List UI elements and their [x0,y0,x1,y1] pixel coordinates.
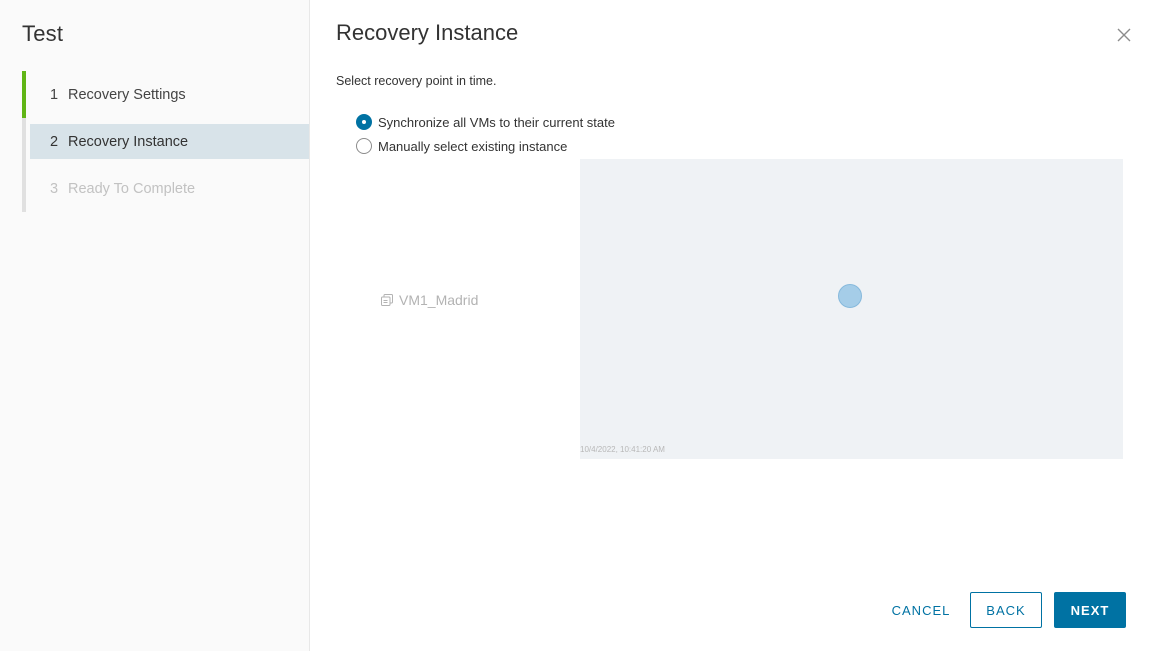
close-icon [1117,28,1131,42]
back-button[interactable]: BACK [970,592,1042,628]
recovery-point-marker[interactable] [838,284,862,308]
vm-icon [381,294,393,306]
wizard-dialog: Test 1 Recovery Settings 2 Recovery Inst… [0,0,1149,651]
radio-label: Manually select existing instance [378,138,568,154]
step-label: Ready To Complete [68,180,196,197]
wizard-nav: Test 1 Recovery Settings 2 Recovery Inst… [0,0,310,651]
radio-button[interactable] [356,138,372,154]
step-label: Recovery Settings [68,86,186,103]
radio-label: Synchronize all VMs to their current sta… [378,114,615,130]
close-button[interactable] [1115,26,1133,44]
vm-name: VM1_Madrid [399,292,479,308]
instructions-text: Select recovery point in time. [336,74,497,88]
next-button[interactable]: NEXT [1054,592,1126,628]
step-number: 1 [50,86,59,103]
step-recovery-settings[interactable]: 1 Recovery Settings [22,71,309,118]
step-label: Recovery Instance [68,133,189,150]
vm-row-label: VM1_Madrid [380,292,478,308]
radio-manual-select[interactable]: Manually select existing instance [356,138,567,154]
radio-sync-all[interactable]: Synchronize all VMs to their current sta… [356,114,615,130]
step-number: 2 [50,133,59,150]
wizard-steps: 1 Recovery Settings 2 Recovery Instance … [22,71,309,212]
step-recovery-instance[interactable]: 2 Recovery Instance [22,118,309,165]
recovery-timeline[interactable]: 10/4/2022, 10:41:20 AM [580,159,1123,459]
timeline-tick-label: 10/4/2022, 10:41:20 AM [580,445,665,454]
radio-button-checked[interactable] [356,114,372,130]
wizard-title: Test [22,21,64,46]
step-number: 3 [50,180,59,197]
step-ready-to-complete: 3 Ready To Complete [22,165,309,212]
cancel-button[interactable]: CANCEL [880,592,962,628]
page-title: Recovery Instance [336,20,519,45]
wizard-content: Recovery Instance Select recovery point … [310,0,1149,651]
